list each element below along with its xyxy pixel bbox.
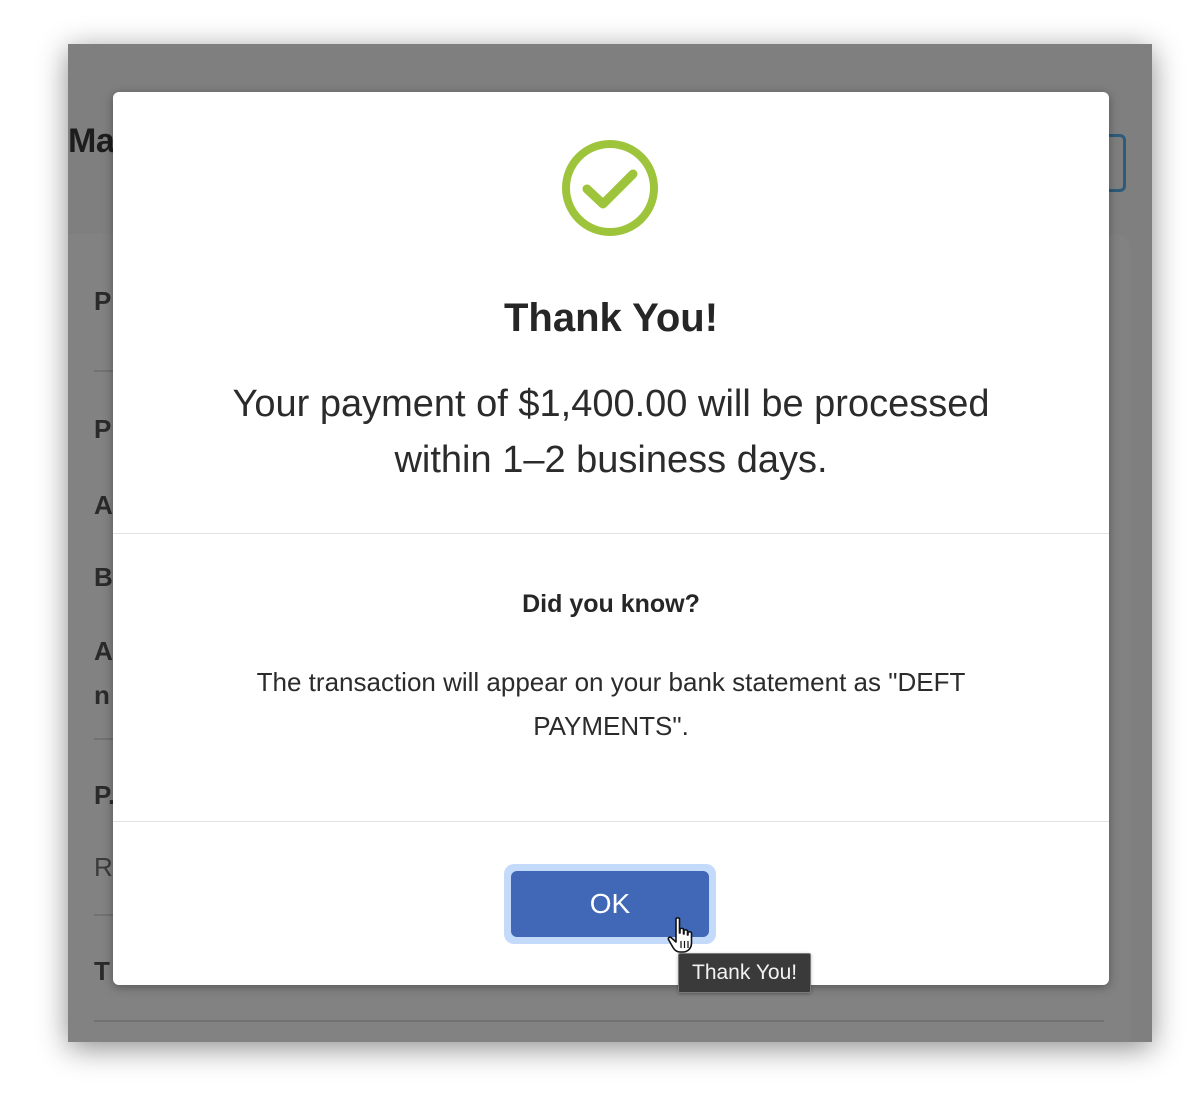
check-circle-icon xyxy=(562,140,658,236)
ok-button-tooltip: Thank You! xyxy=(678,953,812,993)
payment-confirmation-message: Your payment of $1,400.00 will be proces… xyxy=(232,383,990,481)
background-field-label: B xyxy=(94,562,113,592)
dialog-divider xyxy=(113,533,1109,534)
dialog-footer-divider xyxy=(113,821,1109,822)
did-you-know-text: The transaction will appear on your bank… xyxy=(256,667,966,741)
background-section-title: P xyxy=(94,414,112,444)
background-page-title: Ma xyxy=(68,122,115,160)
did-you-know-heading: Did you know? xyxy=(522,590,700,618)
background-divider xyxy=(94,1020,1104,1022)
background-total-label: T xyxy=(94,956,110,986)
dialog-title: Thank You! xyxy=(503,296,719,340)
background-field-value: R xyxy=(94,852,113,882)
hand-pointer-cursor-icon xyxy=(667,917,693,953)
success-dialog: Thank You! Your payment of $1,400.00 wil… xyxy=(113,92,1109,985)
background-card-title: P xyxy=(94,286,112,316)
background-field-label: n xyxy=(94,680,110,710)
background-field-label: A xyxy=(94,636,113,666)
background-field-label: A xyxy=(94,490,113,520)
